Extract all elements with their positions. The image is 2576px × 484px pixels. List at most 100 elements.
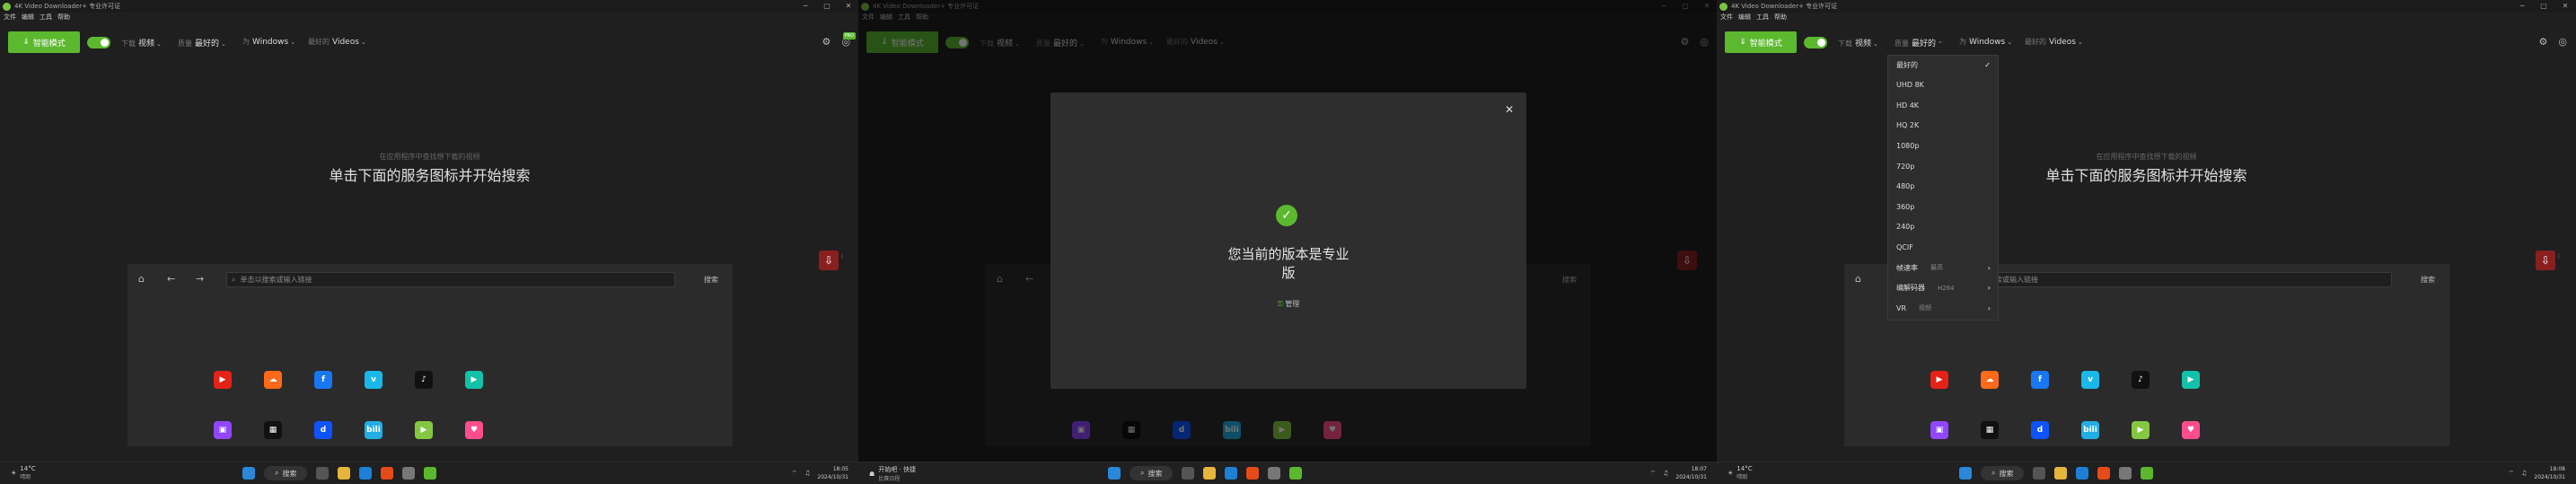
more-icon[interactable]: ⋮ bbox=[2556, 254, 2562, 260]
clock[interactable]: 18:05 2024/10/31 bbox=[817, 465, 848, 481]
bilibili-icon[interactable]: bili bbox=[365, 421, 382, 439]
minimize-icon[interactable]: ─ bbox=[2511, 0, 2533, 13]
rumble2-icon[interactable]: ▶ bbox=[415, 421, 433, 439]
account-icon[interactable]: ◎ bbox=[2558, 36, 2567, 48]
network-icon[interactable]: ⌔ bbox=[2509, 470, 2515, 478]
start-icon[interactable] bbox=[242, 467, 255, 480]
taskview-icon[interactable] bbox=[1182, 467, 1195, 480]
vimeo-icon[interactable]: v bbox=[365, 371, 382, 389]
forward-icon[interactable]: → bbox=[196, 273, 204, 285]
minimize-icon[interactable]: ─ bbox=[795, 0, 816, 13]
search-input[interactable]: 单击以搜索或输入链接 bbox=[1961, 272, 2392, 287]
smart-mode-button[interactable]: ⇓智能模式 bbox=[8, 31, 80, 53]
menu-edit[interactable]: 编辑 bbox=[1738, 13, 1751, 22]
search-input[interactable]: ⌕ 单击以搜索或输入链接 bbox=[226, 272, 675, 287]
app-icon[interactable] bbox=[1246, 467, 1260, 480]
quality-select[interactable]: 质量 最好的 ⌃ bbox=[1895, 37, 1943, 48]
search-button[interactable]: 搜索 bbox=[704, 275, 718, 285]
taskbar-search[interactable]: ⌕ 搜索 bbox=[1130, 466, 1174, 480]
twitch-icon[interactable]: ▣ bbox=[1930, 421, 1948, 439]
menu-help[interactable]: 帮助 bbox=[1774, 13, 1787, 22]
taskbar-search[interactable]: ⌕ 搜索 bbox=[264, 466, 308, 480]
download-floater-icon[interactable]: ⇩ bbox=[2536, 251, 2555, 270]
youtube-icon[interactable]: ▶ bbox=[1930, 371, 1948, 389]
explorer-icon[interactable] bbox=[1203, 467, 1217, 480]
edge-icon[interactable] bbox=[1225, 467, 1238, 480]
more-icon[interactable]: ⋮ bbox=[840, 254, 845, 260]
download-type-select[interactable]: 下载视频⌄ bbox=[1838, 37, 1878, 48]
rumble2-icon[interactable]: ▶ bbox=[2132, 421, 2150, 439]
close-icon[interactable]: ✕ bbox=[1505, 103, 1514, 116]
settings-icon[interactable]: ⚙ bbox=[2539, 36, 2548, 48]
network-icon[interactable]: ⌔ bbox=[792, 470, 798, 478]
app-icon[interactable] bbox=[2097, 467, 2111, 480]
close-icon[interactable]: ✕ bbox=[838, 0, 859, 13]
smart-mode-button[interactable]: ⇓智能模式 bbox=[1725, 31, 1797, 53]
quality-option[interactable]: HQ 2K bbox=[1896, 119, 1991, 132]
folder-select[interactable]: 最好的Videos⌄ bbox=[2025, 37, 2083, 47]
quality-option[interactable]: HD 4K bbox=[1896, 99, 1991, 111]
menu-help[interactable]: 帮助 bbox=[57, 13, 70, 22]
taskview-icon[interactable] bbox=[2033, 467, 2046, 480]
format-select[interactable]: 为Windows⌄ bbox=[242, 37, 295, 47]
quality-option[interactable]: 480p bbox=[1896, 180, 1991, 193]
quality-submenu[interactable]: VR 视频 › bbox=[1896, 302, 1991, 314]
maximize-icon[interactable]: ▢ bbox=[2533, 0, 2554, 13]
close-icon[interactable]: ✕ bbox=[2554, 0, 2576, 13]
volume-icon[interactable]: ♫ bbox=[1663, 470, 1668, 477]
settings-app-icon[interactable] bbox=[402, 467, 416, 480]
quality-option[interactable]: 1080p bbox=[1896, 139, 1991, 152]
quality-option[interactable]: QCIF bbox=[1896, 241, 1991, 253]
soundcloud-icon[interactable]: ☁ bbox=[1981, 371, 1999, 389]
manage-link[interactable]: ⚿ 管理 bbox=[1051, 299, 1526, 309]
4kvd-icon[interactable] bbox=[1289, 467, 1303, 480]
menu-tools[interactable]: 工具 bbox=[1756, 13, 1769, 22]
network-icon[interactable]: ⌔ bbox=[1650, 470, 1657, 478]
rumble-icon[interactable]: ▶ bbox=[465, 371, 483, 389]
settings-icon[interactable]: ⚙ bbox=[822, 36, 831, 48]
volume-icon[interactable]: ♫ bbox=[2521, 470, 2527, 477]
menu-edit[interactable]: 编辑 bbox=[22, 13, 34, 22]
facebook-icon[interactable]: f bbox=[314, 371, 332, 389]
taskview-icon[interactable] bbox=[316, 467, 330, 480]
start-icon[interactable] bbox=[1108, 467, 1121, 480]
explorer-icon[interactable] bbox=[2054, 467, 2068, 480]
settings-app-icon[interactable] bbox=[1268, 467, 1281, 480]
rumble-icon[interactable]: ▶ bbox=[2182, 371, 2200, 389]
quality-submenu[interactable]: 编解码器 H264 › bbox=[1896, 282, 1991, 295]
explorer-icon[interactable] bbox=[338, 467, 351, 480]
quality-option[interactable]: 最好的 ✓ bbox=[1896, 58, 1991, 71]
bilibili-icon[interactable]: bili bbox=[2081, 421, 2099, 439]
edge-icon[interactable] bbox=[2076, 467, 2089, 480]
maximize-icon[interactable]: ▢ bbox=[816, 0, 838, 13]
quality-option[interactable]: UHD 8K bbox=[1896, 79, 1991, 92]
dailymotion-icon[interactable]: d bbox=[2031, 421, 2049, 439]
download-floater-icon[interactable]: ⇩ bbox=[819, 251, 839, 270]
start-icon[interactable] bbox=[1959, 467, 1972, 480]
app-icon[interactable] bbox=[381, 467, 394, 480]
tiktok-icon[interactable]: ♪ bbox=[2132, 371, 2150, 389]
likee-icon[interactable]: ♥ bbox=[2182, 421, 2200, 439]
youtube-icon[interactable]: ▶ bbox=[214, 371, 232, 389]
quality-submenu[interactable]: 帧速率 最高 › bbox=[1896, 261, 1991, 274]
quality-option[interactable]: 720p bbox=[1896, 160, 1991, 172]
back-icon[interactable]: ← bbox=[167, 273, 175, 285]
smart-mode-toggle[interactable] bbox=[1804, 37, 1827, 48]
volume-icon[interactable]: ♫ bbox=[804, 470, 810, 477]
smart-mode-toggle[interactable] bbox=[87, 37, 110, 48]
search-button[interactable]: 搜索 bbox=[2421, 275, 2435, 285]
tiktok-icon[interactable]: ♪ bbox=[415, 371, 433, 389]
menu-file[interactable]: 文件 bbox=[4, 13, 16, 22]
soundcloud-icon[interactable]: ☁ bbox=[264, 371, 282, 389]
home-icon[interactable]: ⌂ bbox=[1855, 273, 1861, 285]
4kvd-icon[interactable] bbox=[2141, 467, 2154, 480]
format-select[interactable]: 为Windows⌄ bbox=[1959, 37, 2012, 47]
vimeo-icon[interactable]: v bbox=[2081, 371, 2099, 389]
quality-option[interactable]: 240p bbox=[1896, 221, 1991, 233]
likee-icon[interactable]: ♥ bbox=[465, 421, 483, 439]
folder-select[interactable]: 最好的Videos⌄ bbox=[308, 37, 366, 47]
download-type-select[interactable]: 下载视频⌄ bbox=[121, 37, 162, 48]
quality-select[interactable]: 质量最好的⌄ bbox=[178, 37, 226, 48]
edge-icon[interactable] bbox=[359, 467, 373, 480]
settings-app-icon[interactable] bbox=[2119, 467, 2132, 480]
